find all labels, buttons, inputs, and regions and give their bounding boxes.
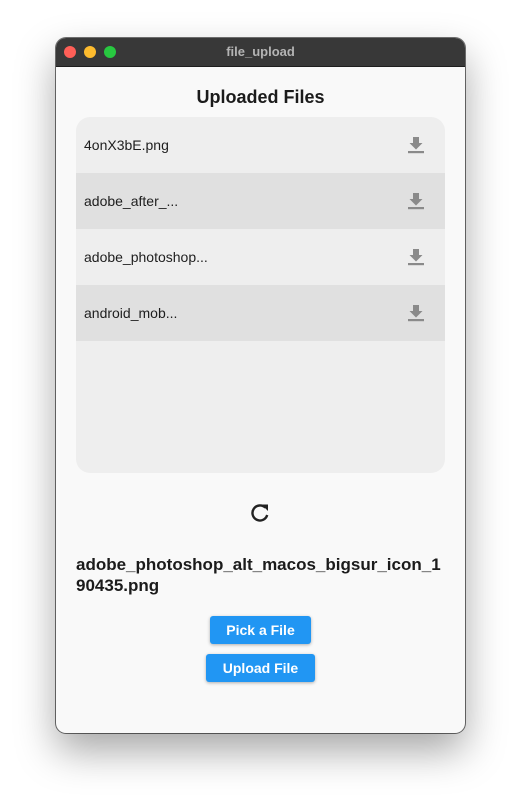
download-icon[interactable] (406, 192, 426, 210)
list-item: android_mob... (76, 285, 445, 341)
upload-file-button[interactable]: Upload File (206, 654, 315, 682)
page-title: Uploaded Files (196, 87, 325, 107)
refresh-icon[interactable] (248, 501, 272, 525)
app-window: file_upload Uploaded Files 4onX3bE.png a… (56, 38, 465, 733)
pick-file-button[interactable]: Pick a File (210, 616, 311, 644)
uploaded-files-list[interactable]: 4onX3bE.png adobe_after_... adobe_photos… (76, 117, 445, 473)
download-icon[interactable] (406, 304, 426, 322)
file-name: 4onX3bE.png (84, 137, 169, 153)
file-name: android_mob... (84, 305, 178, 321)
download-icon[interactable] (406, 248, 426, 266)
title-bar[interactable]: file_upload (56, 38, 465, 67)
window-title: file_upload (226, 44, 295, 59)
file-name: adobe_after_... (84, 193, 179, 209)
list-item: 4onX3bE.png (76, 117, 445, 173)
list-item: adobe_photoshop... (76, 229, 445, 285)
download-icon[interactable] (406, 136, 426, 154)
list-item: adobe_after_... (76, 173, 445, 229)
file-name: adobe_photoshop... (84, 249, 208, 265)
selected-file-name: adobe_photoshop_alt_macos_bigsur_icon_19… (76, 555, 441, 595)
main-content: Uploaded Files 4onX3bE.png adobe_after_.… (56, 67, 465, 733)
